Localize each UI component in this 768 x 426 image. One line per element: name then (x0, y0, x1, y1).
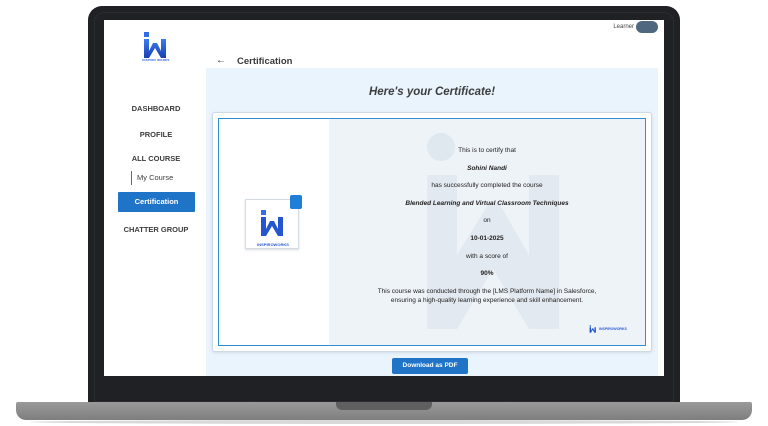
certificate-card: INSPIROWORKS This is to certify that Soh… (212, 112, 652, 352)
user-role-label: Learner (613, 24, 634, 30)
laptop-mockup: INSPIRO WORKS DASHBOARD PROFILE ALL COUR… (0, 0, 768, 426)
badge-text: INSPIROWORKS (257, 242, 289, 247)
cert-score-label: with a score of (466, 253, 508, 260)
sidebar-item-dashboard[interactable]: DASHBOARD (104, 104, 208, 113)
sidebar-item-certification[interactable]: Certification (118, 192, 195, 212)
sidebar-item-my-course[interactable]: My Course (131, 171, 173, 185)
footer-logo-icon (589, 325, 596, 333)
laptop-shadow (30, 420, 738, 424)
back-arrow-icon[interactable]: ← (216, 55, 226, 66)
certificate-panel: Here's your Certificate! INSPIROWORKS Th… (206, 68, 658, 376)
avatar[interactable] (636, 21, 658, 33)
inspiroworks-logo-icon[interactable] (142, 32, 170, 58)
badge-logo-icon (261, 210, 283, 236)
page-title: Certification (237, 56, 293, 67)
completion-date: 10-01-2025 (470, 235, 504, 242)
laptop-notch (336, 402, 432, 410)
cert-intro: This is to certify that (458, 147, 516, 154)
certificate-badge-area: INSPIROWORKS (219, 119, 329, 345)
score-value: 90% (480, 270, 494, 277)
certificate-badge: INSPIROWORKS (245, 195, 302, 249)
certificate-frame: INSPIROWORKS This is to certify that Soh… (218, 118, 646, 346)
recipient-name: Sohini Nandi (467, 165, 507, 172)
course-name: Blended Learning and Virtual Classroom T… (405, 200, 569, 207)
sidebar-item-profile[interactable]: PROFILE (104, 130, 208, 139)
certificate-footer-logo: INSPIROWORKS (589, 325, 633, 333)
certificate-heading: Here's your Certificate! (368, 86, 496, 98)
cert-completed-text: has successfully completed the course (431, 182, 543, 189)
badge-ribbon-icon (290, 195, 302, 209)
sidebar-item-chatter-group[interactable]: CHATTER GROUP (104, 225, 208, 234)
sidebar-item-all-course[interactable]: ALL COURSE (104, 154, 208, 163)
cert-description: This course was conducted through the [L… (377, 288, 597, 304)
logo-text: INSPIRO WORKS (142, 58, 170, 62)
download-pdf-button[interactable]: Download as PDF (392, 358, 468, 374)
footer-logo-text: INSPIROWORKS (599, 327, 627, 331)
cert-on-text: on (483, 217, 491, 224)
certificate-body: This is to certify that Sohini Nandi has… (329, 119, 645, 345)
sidebar: INSPIRO WORKS DASHBOARD PROFILE ALL COUR… (104, 20, 208, 376)
app-screen: INSPIRO WORKS DASHBOARD PROFILE ALL COUR… (104, 20, 664, 376)
